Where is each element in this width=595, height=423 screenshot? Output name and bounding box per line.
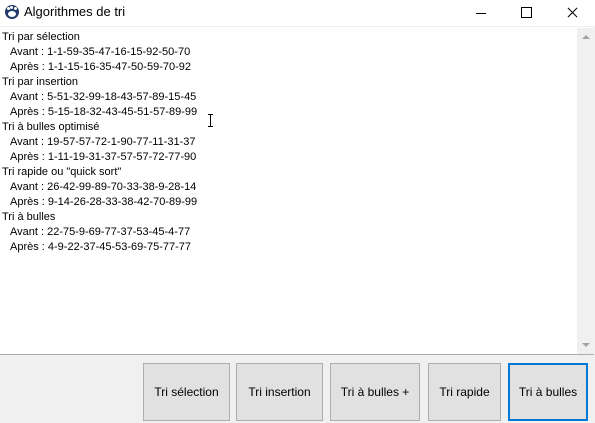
section-insertion: Tri par insertion Avant : 5-51-32-99-18-… xyxy=(2,75,572,120)
after-line: Après : 1-11-19-31-37-57-57-72-77-90 xyxy=(10,151,197,163)
scroll-down-button[interactable] xyxy=(577,337,594,354)
section-title: Tri par sélection xyxy=(2,31,80,43)
output-content: Tri par sélection Avant : 1-1-59-35-47-1… xyxy=(2,30,572,255)
close-button[interactable] xyxy=(549,0,595,26)
insertion-sort-button[interactable]: Tri insertion xyxy=(236,363,323,421)
paw-icon xyxy=(5,5,19,19)
minimize-button[interactable] xyxy=(458,0,504,26)
section-selection: Tri par sélection Avant : 1-1-59-35-47-1… xyxy=(2,30,572,75)
maximize-button[interactable] xyxy=(503,0,549,26)
chevron-up-icon xyxy=(582,35,590,39)
after-line: Après : 5-15-18-32-43-45-51-57-89-99 xyxy=(10,106,198,118)
output-textarea[interactable]: Tri par sélection Avant : 1-1-59-35-47-1… xyxy=(0,27,594,355)
after-line: Après : 4-9-22-37-45-53-69-75-77-77 xyxy=(10,241,191,253)
section-bubble: Tri à bulles Avant : 22-75-9-69-77-37-53… xyxy=(2,210,572,255)
section-title: Tri à bulles optimisé xyxy=(2,121,100,133)
maximize-icon xyxy=(521,7,532,18)
section-title: Tri à bulles xyxy=(2,211,56,223)
selection-sort-button[interactable]: Tri sélection xyxy=(143,363,230,421)
before-line: Avant : 1-1-59-35-47-16-15-92-50-70 xyxy=(10,46,191,58)
section-title: Tri par insertion xyxy=(2,76,79,88)
section-bubble-optimized: Tri à bulles optimisé Avant : 19-57-57-7… xyxy=(2,120,572,165)
section-title: Tri rapide ou "quick sort" xyxy=(2,166,122,178)
before-line: Avant : 19-57-57-72-1-90-77-11-31-37 xyxy=(10,136,196,148)
minimize-icon xyxy=(476,13,486,14)
title-bar[interactable]: Algorithmes de tri xyxy=(0,0,595,26)
quick-sort-button[interactable]: Tri rapide xyxy=(428,363,501,421)
section-quick-sort: Tri rapide ou "quick sort" Avant : 26-42… xyxy=(2,165,572,210)
before-line: Avant : 22-75-9-69-77-37-53-45-4-77 xyxy=(10,226,191,238)
bubble-sort-optimized-button[interactable]: Tri à bulles + xyxy=(330,363,420,421)
before-line: Avant : 26-42-99-89-70-33-38-9-28-14 xyxy=(10,181,197,193)
before-line: Avant : 5-51-32-99-18-43-57-89-15-45 xyxy=(10,91,197,103)
after-line: Après : 9-14-26-28-33-38-42-70-89-99 xyxy=(10,196,198,208)
vertical-scrollbar[interactable] xyxy=(577,28,594,354)
bubble-sort-button[interactable]: Tri à bulles xyxy=(508,363,588,421)
text-cursor-icon xyxy=(208,114,214,127)
chevron-down-icon xyxy=(582,343,590,347)
app-window: Algorithmes de tri Tri par sélection Ava… xyxy=(0,0,595,423)
after-line: Après : 1-1-15-16-35-47-50-59-70-92 xyxy=(10,61,191,73)
scroll-up-button[interactable] xyxy=(577,28,594,45)
window-title: Algorithmes de tri xyxy=(24,4,126,19)
